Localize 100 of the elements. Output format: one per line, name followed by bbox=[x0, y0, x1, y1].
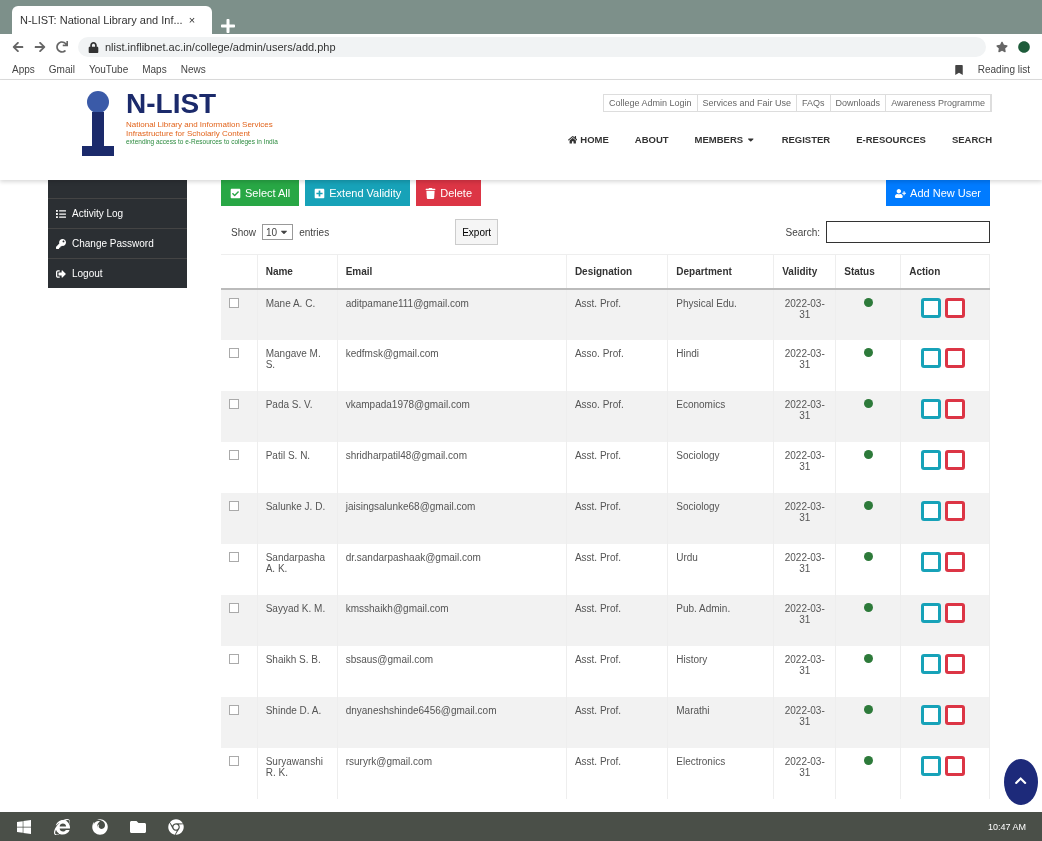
edit-button[interactable] bbox=[921, 653, 942, 674]
edit-button[interactable] bbox=[921, 551, 942, 572]
table-cell: Asso. Prof. bbox=[566, 390, 668, 442]
tab-close[interactable]: × bbox=[188, 14, 196, 26]
table-cell: kedfmsk@gmail.com bbox=[337, 339, 567, 391]
reading-list[interactable]: Reading list bbox=[977, 64, 1030, 75]
reading-list-icon[interactable] bbox=[953, 64, 964, 75]
table-cell: Physical Edu. bbox=[667, 288, 774, 340]
tab-title: N-LIST: National Library and Inf... bbox=[20, 14, 183, 26]
table-cell: Sayyad K. M. bbox=[257, 594, 338, 646]
table-cell: 2022-03-31 bbox=[773, 696, 836, 748]
key-icon bbox=[56, 238, 66, 249]
row-checkbox[interactable] bbox=[229, 704, 239, 715]
column-header[interactable]: Validity bbox=[773, 254, 836, 289]
edit-button[interactable] bbox=[921, 500, 942, 521]
table-cell: Hindi bbox=[667, 339, 774, 391]
bookmark[interactable]: YouTube bbox=[88, 64, 129, 75]
row-checkbox[interactable] bbox=[229, 297, 239, 308]
column-header[interactable]: Status bbox=[835, 254, 901, 289]
table-cell: Sociology bbox=[667, 492, 774, 544]
delete-button[interactable] bbox=[945, 755, 966, 776]
address-bar[interactable]: nlist.inflibnet.ac.in/college/admin/users/add.php bbox=[78, 37, 986, 57]
action-button[interactable]: Delete bbox=[416, 180, 481, 206]
entries-select[interactable]: 10 bbox=[262, 224, 294, 240]
delete-button[interactable] bbox=[945, 347, 966, 368]
top-link[interactable]: FAQs bbox=[797, 95, 831, 111]
table-cell: Marathi bbox=[667, 696, 774, 748]
nav-link[interactable]: SEARCH bbox=[951, 134, 992, 145]
sidebar-item[interactable]: Change Password bbox=[48, 228, 187, 258]
entries-label: entries bbox=[299, 226, 330, 238]
sidebar-item[interactable]: Activity Log bbox=[48, 198, 187, 228]
folder-icon[interactable] bbox=[130, 818, 146, 835]
nav-link[interactable]: REGISTER bbox=[781, 134, 831, 145]
edit-button[interactable] bbox=[921, 602, 942, 623]
trash-icon bbox=[425, 187, 437, 199]
new-tab-icon[interactable] bbox=[220, 18, 236, 34]
sidebar-item[interactable]: Logout bbox=[48, 258, 187, 288]
delete-button[interactable] bbox=[945, 602, 966, 623]
row-checkbox[interactable] bbox=[229, 653, 239, 664]
row-checkbox[interactable] bbox=[229, 551, 239, 562]
nav-link[interactable]: ABOUT bbox=[634, 134, 669, 145]
browser-tab[interactable]: N-LIST: National Library and Inf... × bbox=[12, 6, 212, 34]
table-cell: 2022-03-31 bbox=[773, 492, 836, 544]
column-header[interactable]: Department bbox=[667, 254, 774, 289]
row-checkbox[interactable] bbox=[229, 449, 239, 460]
edit-button[interactable] bbox=[921, 449, 942, 470]
column-header[interactable]: Email bbox=[337, 254, 567, 289]
browser-icon[interactable] bbox=[54, 818, 70, 835]
reload-icon[interactable] bbox=[56, 41, 68, 53]
nav-link[interactable]: MEMBERS bbox=[694, 134, 756, 145]
back-icon[interactable] bbox=[12, 41, 24, 53]
table-cell: Sociology bbox=[667, 441, 774, 493]
row-checkbox[interactable] bbox=[229, 398, 239, 409]
delete-button[interactable] bbox=[945, 551, 966, 572]
table-cell: rsuryrk@gmail.com bbox=[337, 747, 567, 799]
profile-icon[interactable] bbox=[1018, 41, 1030, 53]
edit-button[interactable] bbox=[921, 755, 942, 776]
bookmark[interactable]: News bbox=[180, 64, 206, 75]
top-link[interactable]: Services and Fair Use bbox=[697, 95, 798, 111]
row-checkbox[interactable] bbox=[229, 347, 239, 358]
top-link[interactable]: Downloads bbox=[830, 95, 887, 111]
bookmark[interactable]: Apps bbox=[12, 64, 35, 75]
row-checkbox[interactable] bbox=[229, 602, 239, 613]
start-icon[interactable] bbox=[16, 818, 32, 835]
table-cell: Pada S. V. bbox=[257, 390, 338, 442]
nav-link[interactable]: HOME bbox=[567, 134, 609, 145]
export-button[interactable]: Export bbox=[455, 219, 499, 245]
delete-button[interactable] bbox=[945, 704, 966, 725]
star-icon[interactable] bbox=[996, 41, 1008, 53]
search-field[interactable] bbox=[826, 221, 990, 243]
delete-button[interactable] bbox=[945, 653, 966, 674]
delete-button[interactable] bbox=[945, 500, 966, 521]
edit-button[interactable] bbox=[921, 297, 942, 318]
logout-icon bbox=[56, 268, 66, 279]
row-checkbox[interactable] bbox=[229, 755, 239, 766]
forward-icon[interactable] bbox=[34, 41, 46, 53]
bookmark[interactable]: Maps bbox=[142, 64, 167, 75]
table-cell: 2022-03-31 bbox=[773, 339, 836, 391]
row-checkbox[interactable] bbox=[229, 500, 239, 511]
delete-button[interactable] bbox=[945, 297, 966, 318]
table-cell: Asst. Prof. bbox=[566, 696, 668, 748]
column-header[interactable]: Name bbox=[257, 254, 338, 289]
edit-button[interactable] bbox=[921, 704, 942, 725]
column-header[interactable]: Action bbox=[900, 254, 990, 289]
table-cell: Pub. Admin. bbox=[667, 594, 774, 646]
search-label: Search: bbox=[785, 226, 820, 238]
column-header[interactable]: Designation bbox=[566, 254, 668, 289]
delete-button[interactable] bbox=[945, 398, 966, 419]
table-cell: 2022-03-31 bbox=[773, 288, 836, 340]
edit-button[interactable] bbox=[921, 347, 942, 368]
delete-button[interactable] bbox=[945, 449, 966, 470]
nav-link[interactable]: E-RESOURCES bbox=[856, 134, 926, 145]
add-user-button[interactable]: Add New User bbox=[886, 180, 990, 206]
table-cell: History bbox=[667, 645, 774, 697]
table-cell: vkampada1978@gmail.com bbox=[337, 390, 567, 442]
top-link[interactable]: College Admin Login bbox=[603, 95, 698, 111]
table-cell: shridharpatil48@gmail.com bbox=[337, 441, 567, 493]
top-link[interactable]: Awareness Programme bbox=[886, 95, 991, 111]
edit-button[interactable] bbox=[921, 398, 942, 419]
bookmark[interactable]: Gmail bbox=[48, 64, 75, 75]
